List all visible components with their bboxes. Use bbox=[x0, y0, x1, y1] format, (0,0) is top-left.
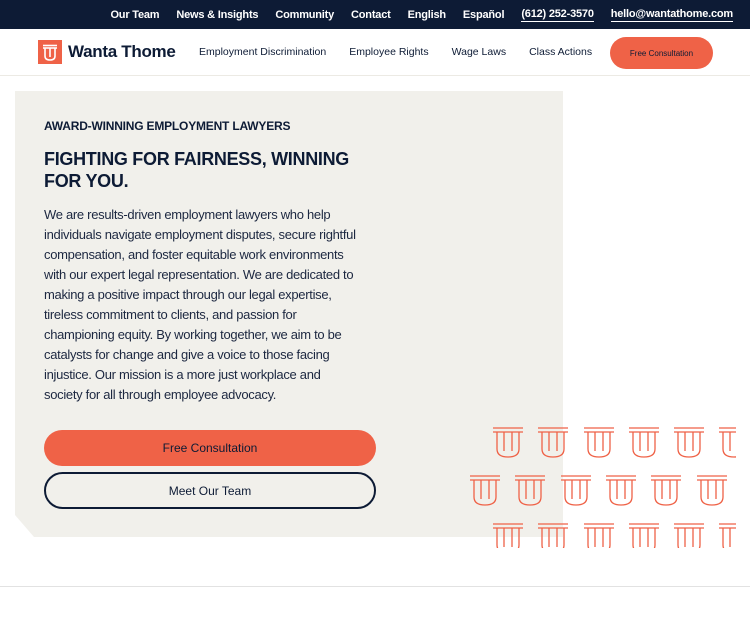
section-divider bbox=[0, 586, 750, 587]
topbar-link-our-team[interactable]: Our Team bbox=[110, 9, 159, 21]
meet-our-team-button[interactable]: Meet Our Team bbox=[44, 472, 376, 509]
email-link[interactable]: hello@wantathome.com bbox=[610, 8, 733, 22]
nav-employment-discrimination[interactable]: Employment Discrimination bbox=[199, 46, 326, 58]
topbar-link-news-insights[interactable]: News & Insights bbox=[176, 9, 258, 21]
hero-description: We are results-driven employment lawyers… bbox=[44, 207, 356, 402]
main-nav: Wanta Thome Employment Discrimination Em… bbox=[0, 29, 750, 76]
free-consultation-button[interactable]: Free Consultation bbox=[44, 430, 376, 466]
utility-bar: Our Team News & Insights Community Conta… bbox=[0, 0, 750, 29]
topbar-link-community[interactable]: Community bbox=[275, 9, 334, 21]
free-consultation-nav-button[interactable]: Free Consultation bbox=[610, 37, 713, 69]
language-english[interactable]: English bbox=[408, 9, 447, 21]
nav-class-actions[interactable]: Class Actions bbox=[529, 46, 592, 58]
nav-wage-laws[interactable]: Wage Laws bbox=[452, 46, 506, 58]
topbar-link-contact[interactable]: Contact bbox=[351, 9, 391, 21]
hero-headline: FIGHTING FOR FAIRNESS, WINNING FOR YOU. bbox=[44, 149, 349, 191]
primary-menu: Employment Discrimination Employee Right… bbox=[199, 46, 615, 58]
language-espanol[interactable]: Español bbox=[463, 9, 505, 21]
hero-eyebrow: AWARD-WINNING EMPLOYMENT LAWYERS bbox=[44, 119, 291, 133]
phone-link[interactable]: (612) 252-3570 bbox=[521, 8, 594, 22]
nav-employee-rights[interactable]: Employee Rights bbox=[349, 46, 428, 58]
wt-monogram-pattern-icon bbox=[469, 427, 736, 548]
brand-name: Wanta Thome bbox=[68, 42, 176, 61]
wt-monogram-icon bbox=[38, 40, 62, 64]
logo[interactable]: Wanta Thome bbox=[38, 40, 176, 64]
